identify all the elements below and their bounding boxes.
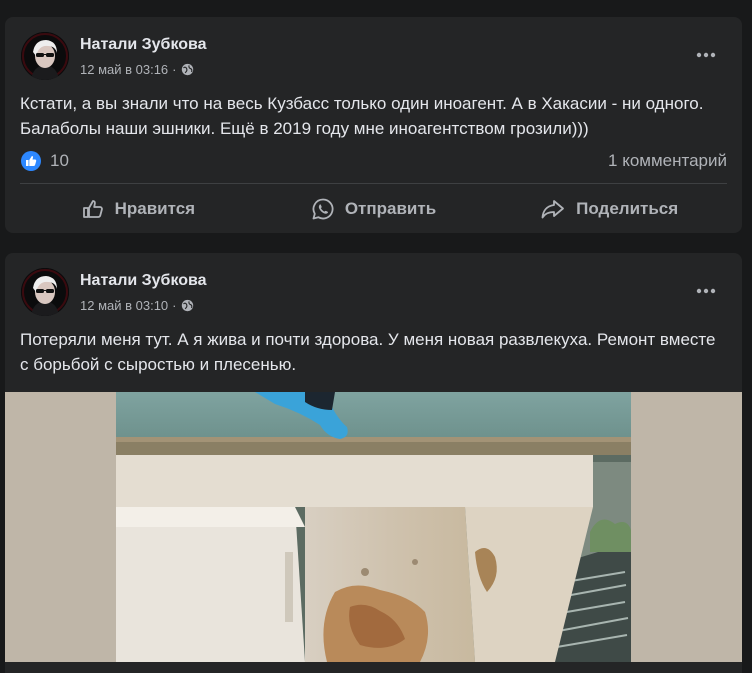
share-label: Поделиться <box>576 199 679 218</box>
like-label: Нравится <box>114 199 196 218</box>
like-badge-icon <box>21 151 41 171</box>
like-count: 10 <box>50 151 69 170</box>
comments-count[interactable]: 1 комментарий <box>608 151 727 171</box>
post-text: Потеряли меня тут. А я жива и почти здор… <box>20 330 716 374</box>
action-bar: Нравится Отправить Поделиться <box>20 190 727 228</box>
author-name[interactable]: Натали Зубкова <box>80 36 207 54</box>
post-card: Натали Зубкова 12 май в 03:16 · Кстати, … <box>5 17 742 233</box>
divider <box>20 183 727 184</box>
reactions-row: 10 1 комментарий <box>20 148 727 174</box>
more-options-button[interactable] <box>688 273 724 309</box>
globe-icon <box>181 299 193 312</box>
avatar-image <box>21 32 69 80</box>
like-summary[interactable]: 10 <box>20 150 69 172</box>
more-options-icon <box>696 52 716 58</box>
avatar[interactable] <box>21 268 69 316</box>
post-photo-image <box>5 392 742 662</box>
share-button[interactable]: Поделиться <box>491 190 727 228</box>
author-name[interactable]: Натали Зубкова <box>80 272 207 290</box>
avatar[interactable] <box>21 32 69 80</box>
more-options-icon <box>696 288 716 294</box>
post-photo[interactable] <box>5 392 742 662</box>
more-options-button[interactable] <box>688 37 724 73</box>
post-text: Кстати, а вы знали что на весь Кузбасс т… <box>20 94 704 138</box>
whatsapp-icon <box>312 198 334 220</box>
post-meta: 12 май в 03:16 · <box>80 62 194 77</box>
thumbs-up-icon <box>82 200 103 218</box>
globe-icon <box>181 63 193 76</box>
post-card: Натали Зубкова 12 май в 03:10 · Потеряли… <box>5 253 742 673</box>
avatar-image <box>21 268 69 316</box>
share-arrow-icon <box>541 200 565 219</box>
send-label: Отправить <box>344 199 437 218</box>
like-button[interactable]: Нравится <box>20 190 256 228</box>
post-meta: 12 май в 03:10 · <box>80 298 194 313</box>
timestamp[interactable]: 12 май в 03:10 <box>80 298 168 313</box>
send-button[interactable]: Отправить <box>256 190 492 228</box>
timestamp[interactable]: 12 май в 03:16 <box>80 62 168 77</box>
